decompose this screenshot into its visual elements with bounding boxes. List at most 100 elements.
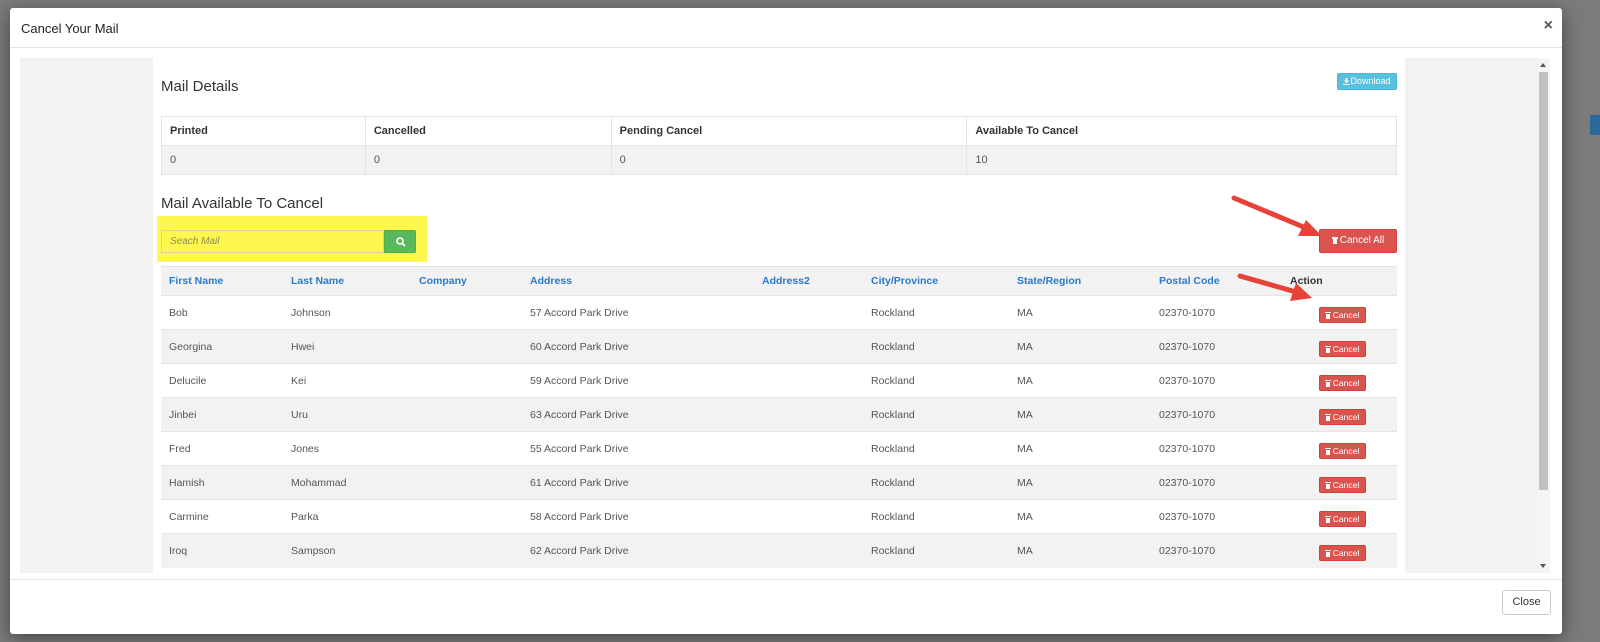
table-row: Iroq Sampson 62 Accord Park Drive Rockland M… [161,533,1397,568]
city-cell: Rockland [863,465,1009,500]
postal-code-cell: 02370-1070 [1151,465,1282,500]
last-name-cell: Uru [283,397,411,432]
mail-table-header: First Name Last Name Company Address Add… [161,266,1397,296]
first-name-cell: Jinbei [161,397,283,432]
state-cell: MA [1009,465,1151,500]
address2-cell [754,397,863,432]
last-name-cell: Johnson [283,295,411,330]
trash-icon [1324,549,1331,557]
address-cell: 57 Accord Park Drive [522,295,754,330]
cancel-all-button[interactable]: Cancel All [1319,229,1397,253]
state-cell: MA [1009,295,1151,330]
close-icon[interactable]: × [1544,18,1553,34]
details-header-cell: Printed [161,116,366,146]
details-value-row: 0 0 0 10 [161,145,1397,175]
sort-address[interactable]: Address [522,266,754,296]
download-button[interactable]: Download [1337,73,1397,90]
postal-code-cell: 02370-1070 [1151,533,1282,568]
scrollbar-thumb[interactable] [1539,72,1548,490]
company-cell [411,533,522,568]
row-cancel-label: Cancel [1332,377,1360,388]
company-cell [411,295,522,330]
mail-available-title: Mail Available To Cancel [161,195,324,212]
action-cell: Cancel [1282,363,1397,398]
action-cell: Cancel [1282,397,1397,432]
modal-content: Mail Details Download Printed Cancelled … [153,58,1405,573]
backdrop-accent-bar [1590,115,1600,135]
row-cancel-button[interactable]: Cancel [1318,510,1366,527]
mail-details-title: Mail Details [161,78,239,95]
city-cell: Rockland [863,329,1009,364]
annotation-arrow-row-cancel [1237,273,1312,301]
state-cell: MA [1009,397,1151,432]
action-cell: Cancel [1282,431,1397,466]
row-cancel-button[interactable]: Cancel [1318,306,1366,323]
modal-scrollbar[interactable] [1537,58,1550,573]
sort-address2[interactable]: Address2 [754,266,863,296]
address2-cell [754,533,863,568]
trash-icon [1324,515,1331,523]
trash-icon [1324,379,1331,387]
sort-state-region[interactable]: State/Region [1009,266,1151,296]
city-cell: Rockland [863,397,1009,432]
row-cancel-button[interactable]: Cancel [1318,408,1366,425]
first-name-cell: Georgina [161,329,283,364]
last-name-cell: Jones [283,431,411,466]
trash-icon [1324,345,1331,353]
address-cell: 60 Accord Park Drive [522,329,754,364]
first-name-cell: Iroq [161,533,283,568]
modal-body: Mail Details Download Printed Cancelled … [20,58,1550,573]
state-cell: MA [1009,363,1151,398]
scroll-down-icon[interactable] [1540,564,1546,568]
printed-count: 0 [161,145,366,175]
trash-icon [1331,237,1338,244]
table-row: Georgina Hwei 60 Accord Park Drive Rockland… [161,329,1397,364]
action-cell: Cancel [1282,465,1397,500]
address2-cell [754,465,863,500]
postal-code-cell: 02370-1070 [1151,397,1282,432]
table-row: Delucile Kei 59 Accord Park Drive Rockland M… [161,363,1397,398]
modal-footer: Close [10,579,1562,634]
table-row: Carmine Parka 58 Accord Park Drive Rockland… [161,499,1397,534]
search-button[interactable] [384,230,416,253]
address-cell: 62 Accord Park Drive [522,533,754,568]
last-name-cell: Parka [283,499,411,534]
city-cell: Rockland [863,431,1009,466]
first-name-cell: Delucile [161,363,283,398]
first-name-cell: Fred [161,431,283,466]
sort-last-name[interactable]: Last Name [283,266,411,296]
table-row: Hamish Mohammad 61 Accord Park Drive Rockla… [161,465,1397,500]
details-header-cell: Cancelled [364,116,612,146]
row-cancel-button[interactable]: Cancel [1318,374,1366,391]
trash-icon [1324,481,1331,489]
address-cell: 55 Accord Park Drive [522,431,754,466]
row-cancel-label: Cancel [1332,309,1360,320]
trash-icon [1324,413,1331,421]
row-cancel-label: Cancel [1332,445,1360,456]
postal-code-cell: 02370-1070 [1151,499,1282,534]
first-name-cell: Hamish [161,465,283,500]
search-input[interactable] [161,230,384,253]
row-cancel-button[interactable]: Cancel [1318,340,1366,357]
row-cancel-button[interactable]: Cancel [1318,476,1366,493]
sort-city-province[interactable]: City/Province [863,266,1009,296]
table-row: Jinbei Uru 63 Accord Park Drive Rockland MA 0… [161,397,1397,432]
sort-company[interactable]: Company [411,266,522,296]
address2-cell [754,295,863,330]
row-cancel-button[interactable]: Cancel [1318,544,1366,561]
close-button[interactable]: Close [1502,590,1551,615]
state-cell: MA [1009,533,1151,568]
state-cell: MA [1009,431,1151,466]
row-cancel-button[interactable]: Cancel [1318,442,1366,459]
company-cell [411,499,522,534]
mail-details-table: Printed Cancelled Pending Cancel Availab… [161,116,1397,175]
address-cell: 58 Accord Park Drive [522,499,754,534]
available-to-cancel-count: 10 [966,145,1397,175]
action-cell: Cancel [1282,533,1397,568]
company-cell [411,363,522,398]
sort-first-name[interactable]: First Name [161,266,283,296]
scroll-up-icon[interactable] [1540,63,1546,67]
details-header-row: Printed Cancelled Pending Cancel Availab… [161,116,1397,146]
postal-code-cell: 02370-1070 [1151,363,1282,398]
search-icon [396,237,406,247]
